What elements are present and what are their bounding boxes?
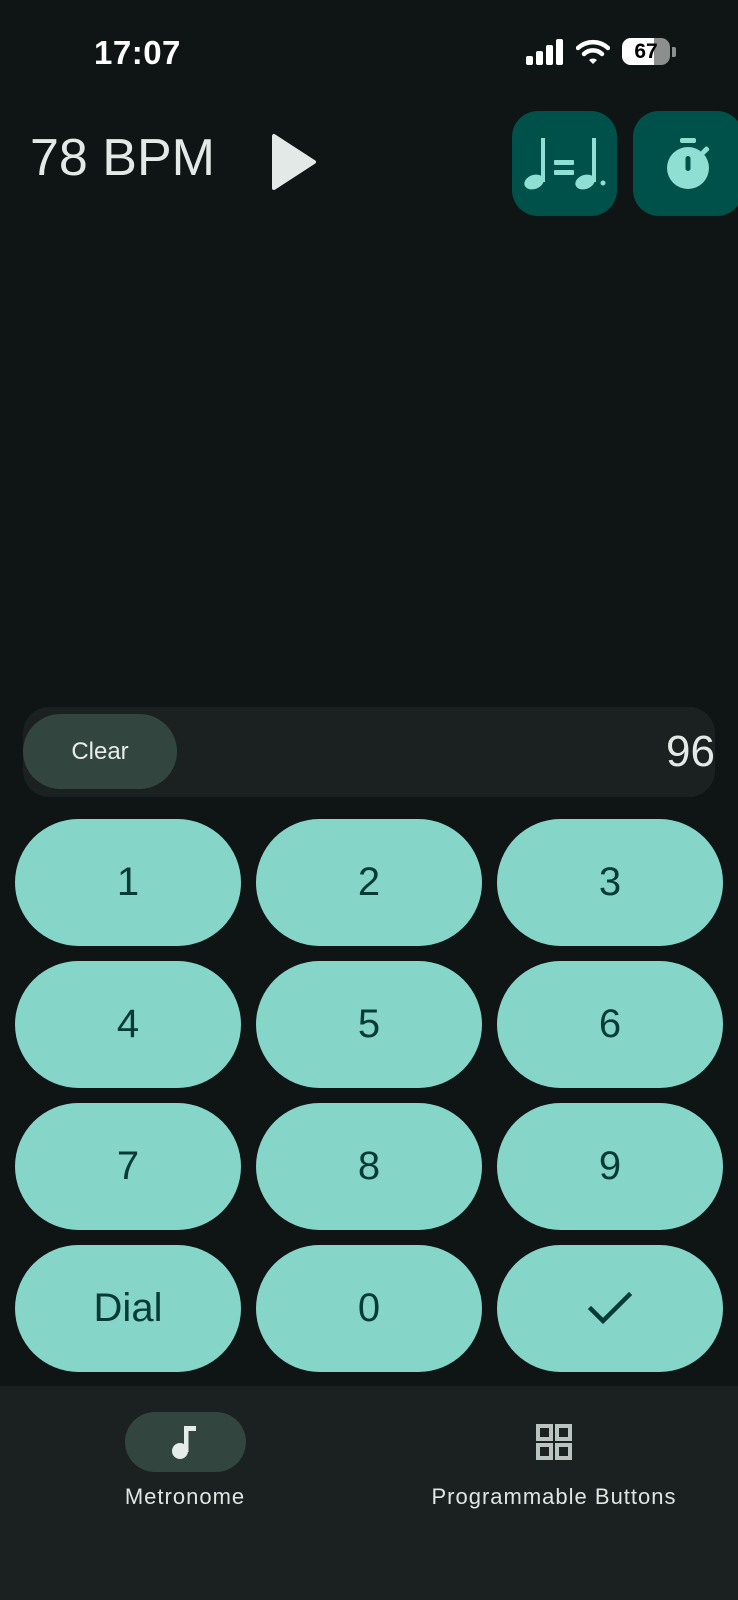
- key-7[interactable]: 7: [15, 1103, 241, 1230]
- stopwatch-icon: [667, 137, 710, 189]
- bpm-entry-row: Clear 96: [23, 707, 715, 797]
- key-2[interactable]: 2: [256, 819, 482, 946]
- nav-label-programmable-buttons: Programmable Buttons: [431, 1484, 677, 1509]
- keypad: 1 2 3 4 5 6 7 8 9 Dial 0: [15, 819, 723, 1372]
- dial-button[interactable]: Dial: [15, 1245, 241, 1372]
- play-button[interactable]: [266, 132, 318, 192]
- bpm-display[interactable]: 78 BPM: [30, 128, 215, 188]
- status-time: 17:07: [94, 34, 181, 71]
- key-6[interactable]: 6: [497, 961, 723, 1088]
- status-icons: 67: [526, 38, 676, 65]
- music-note-icon: [172, 1426, 196, 1459]
- nav-item-programmable-buttons[interactable]: Programmable Buttons: [410, 1412, 698, 1510]
- check-icon: [587, 1291, 633, 1324]
- confirm-button[interactable]: [497, 1245, 723, 1372]
- cellular-signal-icon: [526, 38, 563, 65]
- bottom-navigation: Metronome Programmable Buttons: [0, 1386, 738, 1600]
- key-9[interactable]: 9: [497, 1103, 723, 1230]
- nav-active-indicator: [124, 1412, 246, 1472]
- nav-icon-container: [494, 1412, 615, 1472]
- grid-icon: [536, 1424, 572, 1460]
- key-1[interactable]: 1: [15, 819, 241, 946]
- key-5[interactable]: 5: [256, 961, 482, 1088]
- metronome-screen: 17:07 67 78 BPM Clear 96 1 2 3 4 5 6 7 8…: [0, 0, 738, 1600]
- key-8[interactable]: 8: [256, 1103, 482, 1230]
- key-0[interactable]: 0: [256, 1245, 482, 1372]
- battery-nub: [672, 46, 676, 57]
- battery-icon: 67: [622, 38, 670, 65]
- play-icon: [272, 134, 316, 190]
- wifi-icon: [576, 39, 610, 64]
- battery-percent: 67: [634, 39, 658, 63]
- note-equals-dotted-note-icon: [523, 137, 605, 189]
- clear-button[interactable]: Clear: [23, 714, 177, 789]
- timer-button[interactable]: [633, 111, 738, 216]
- entry-value: 96: [666, 727, 715, 776]
- tempo-equivalence-button[interactable]: [512, 111, 617, 216]
- key-3[interactable]: 3: [497, 819, 723, 946]
- nav-item-metronome[interactable]: Metronome: [100, 1412, 270, 1510]
- nav-label-metronome: Metronome: [124, 1484, 246, 1509]
- key-4[interactable]: 4: [15, 961, 241, 1088]
